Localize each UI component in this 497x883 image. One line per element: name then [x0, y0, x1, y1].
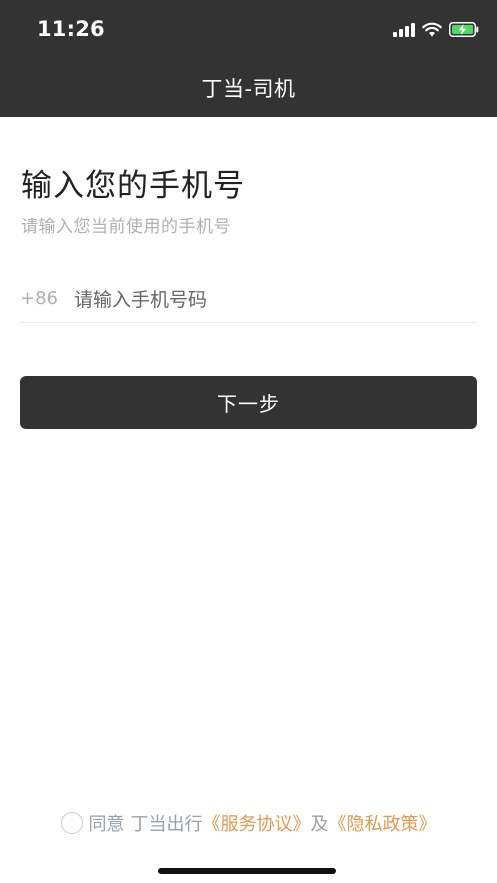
- page-title: 输入您的手机号: [21, 168, 245, 204]
- agreement-row: 同意 丁当出行 《服务协议》 及 《隐私政策》: [0, 808, 497, 838]
- status-time: 11:26: [37, 17, 105, 41]
- phone-field-row: +86: [20, 280, 477, 323]
- agree-conjunction: 及: [310, 814, 329, 835]
- agree-prefix: 同意: [88, 814, 125, 835]
- app-header: 11:26 丁当-司机: [0, 0, 497, 117]
- page-subtitle: 请输入您当前使用的手机号: [21, 217, 231, 237]
- service-agreement-link[interactable]: 《服务协议》: [203, 810, 311, 836]
- battery-charging-icon: [449, 21, 479, 41]
- wifi-icon: [422, 22, 442, 41]
- home-indicator: [158, 868, 336, 874]
- nav-title: 丁当-司机: [201, 77, 296, 101]
- status-icons: [393, 20, 479, 42]
- agree-checkbox[interactable]: [60, 812, 83, 834]
- privacy-policy-link[interactable]: 《隐私政策》: [329, 810, 437, 836]
- signal-icon: [393, 22, 415, 41]
- phone-number-input[interactable]: [74, 280, 474, 320]
- agree-brand: 丁当出行: [130, 814, 203, 835]
- country-code: +86: [20, 288, 58, 309]
- next-step-button[interactable]: 下一步: [20, 376, 477, 429]
